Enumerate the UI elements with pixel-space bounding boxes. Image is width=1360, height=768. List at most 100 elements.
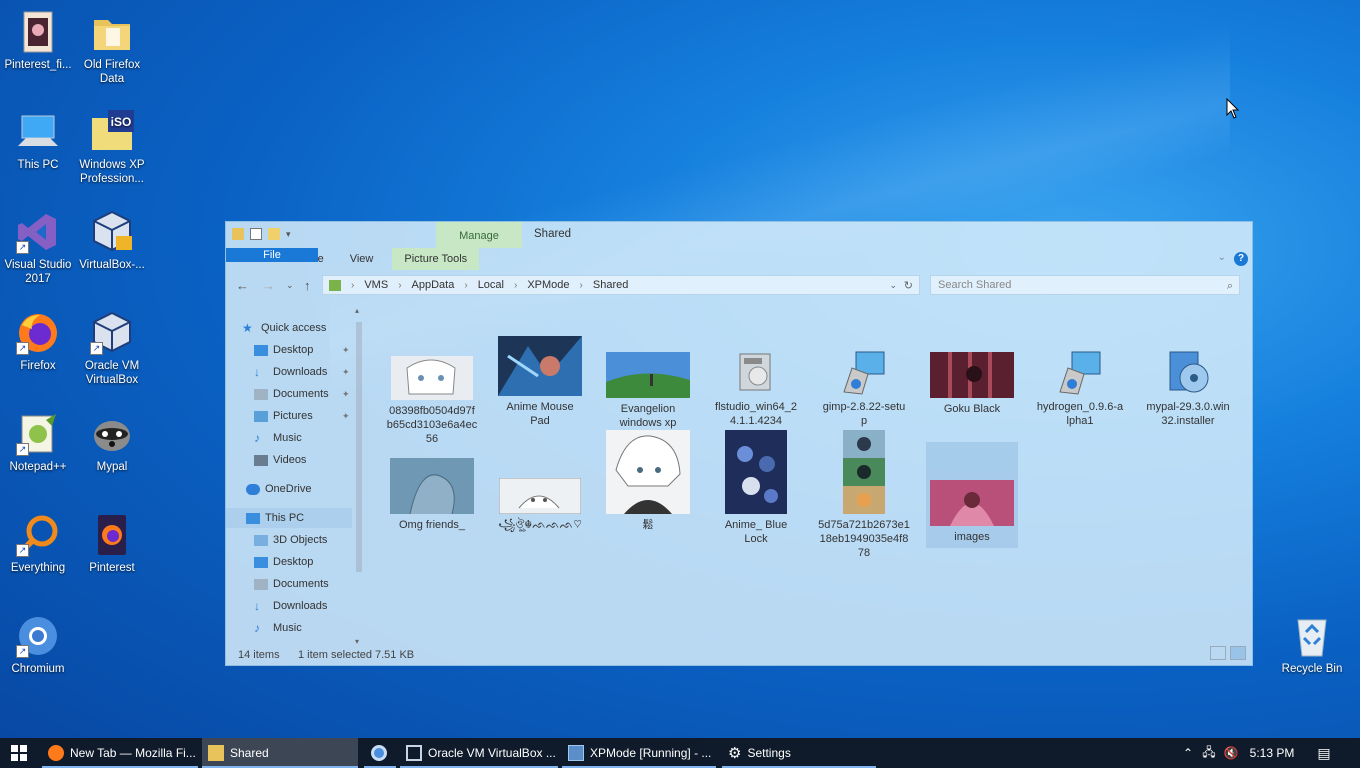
nav-pc-music[interactable]: ♪ Music [254,618,302,638]
breadcrumb-xpmode[interactable]: XPMode [527,279,569,291]
file-item[interactable]: 08398fb0504d97f b65cd3103e6a4ec 56 [386,316,478,446]
breadcrumb-shared[interactable]: Shared [593,279,628,291]
file-name-line: 5d75a721b2673e1 [818,519,910,531]
desktop-icon-virtualbox-installer[interactable]: VirtualBox-... [74,210,150,272]
taskbar-item-virtualbox[interactable]: Oracle VM VirtualBox ... [400,738,558,768]
nav-quick-access[interactable]: ★ Quick access [242,318,326,338]
properties-icon[interactable] [250,228,262,240]
virtualbox-icon: ↗ [90,311,134,355]
desktop-icon-pinterest[interactable]: Pinterest [74,513,150,575]
address-dropdown-icon[interactable]: ⌄ [889,280,897,291]
desktop-icon-pinterest-file[interactable]: Pinterest_fi... [0,10,76,72]
breadcrumb-vms[interactable]: VMS [364,279,388,291]
quick-access-toolbar: ▾ [232,228,294,240]
volume-muted-icon[interactable]: 🔇 [1220,746,1242,760]
file-name-line: Evangelion [620,403,676,415]
file-name-line: mypal-29.3.0.win [1146,401,1230,413]
file-item[interactable]: 5d75a721b2673e1 18eb1949035e4f8 78 [818,430,910,560]
tab-picture-tools[interactable]: Picture Tools [392,248,480,270]
file-item-selected[interactable]: images [926,442,1018,548]
scroll-up-icon[interactable]: ▴ [355,306,359,315]
desktop-icon-oracle-vm-virtualbox[interactable]: ↗ Oracle VM VirtualBox [74,311,150,387]
help-icon[interactable]: ? [1234,252,1248,266]
shortcut-arrow-icon: ↗ [16,241,29,254]
file-item[interactable]: hydrogen_0.9.6-a lpha1 [1034,316,1126,428]
nav-onedrive[interactable]: OneDrive [246,479,311,499]
file-item[interactable]: Anime Mouse Pad [494,316,586,428]
address-bar[interactable]: › VMS › AppData › Local › XPMode › Share… [322,275,920,295]
breadcrumb-local[interactable]: Local [478,279,504,291]
file-item[interactable]: Anime_ Blue Lock [710,430,802,546]
forward-arrow-icon[interactable]: → [262,278,275,293]
nav-videos[interactable]: Videos [254,450,306,470]
nav-music[interactable]: ♪ Music [254,428,302,448]
refresh-icon[interactable]: ↻ [904,279,913,292]
taskbar-item-settings[interactable]: ⚙ Settings [722,738,876,768]
file-item[interactable]: Evangelion windows xp version [602,316,694,444]
show-hidden-icons-chevron-up-icon[interactable]: ⌃ [1178,746,1198,760]
tab-file[interactable]: File [226,248,318,262]
file-item[interactable]: ꧁ঔৣ☬ᨒᨒᨒ♡ [494,444,586,532]
chevron-down-icon[interactable]: ▾ [286,228,294,240]
nav-downloads[interactable]: ↓ Downloads ✦ [254,362,350,382]
nav-pictures[interactable]: Pictures ✦ [254,406,350,426]
file-explorer-window[interactable]: ▾ Manage Shared File Home Share View Pic… [225,221,1253,666]
nav-documents[interactable]: Documents ✦ [254,384,350,404]
clock[interactable]: 5:13 PM [1242,746,1302,760]
desktop-icon-mypal[interactable]: Mypal [74,412,150,474]
star-icon: ★ [242,320,253,335]
nav-pc-desktop[interactable]: Desktop [254,552,313,572]
mouse-cursor-icon [1226,98,1240,119]
file-item[interactable]: gimp-2.8.22-setu p [818,316,910,428]
nav-pc-documents[interactable]: Documents [254,574,329,594]
desktop-icon-chromium[interactable]: ↗ Chromium [0,614,76,676]
taskbar-item-chromium[interactable] [364,738,396,768]
taskbar-item-firefox[interactable]: New Tab — Mozilla Fi... [42,738,198,768]
desktop-icon-everything[interactable]: ↗ Everything [0,513,76,575]
new-folder-icon[interactable] [268,228,280,240]
desktop-icon-notepadpp[interactable]: ↗ Notepad++ [0,412,76,474]
desktop-icon-label: Notepad++ [9,461,67,473]
desktop-icon-this-pc[interactable]: This PC [0,110,76,172]
computer-icon [16,110,60,154]
title-bar[interactable]: ▾ Manage Shared [226,222,1252,248]
up-arrow-icon[interactable]: ↑ [304,278,311,293]
desktop-icon-firefox[interactable]: ↗ Firefox [0,311,76,373]
search-placeholder: Search Shared [938,279,1012,291]
network-icon[interactable]: 🖧 [1198,743,1220,764]
nav-scrollbar[interactable]: ▴ ▾ [354,306,364,646]
nav-3d-objects[interactable]: 3D Objects [254,530,327,550]
nav-pc-downloads[interactable]: ↓ Downloads [254,596,327,616]
back-arrow-icon[interactable]: ← [236,278,249,293]
iso-file-icon: iSO [90,110,134,154]
desktop-icon-visual-studio[interactable]: ↗ Visual Studio 2017 [0,210,76,286]
taskbar-item-shared[interactable]: Shared [202,738,358,768]
windows-logo-icon [11,745,27,761]
file-name-line: Anime_ Blue [724,519,788,531]
action-center-icon[interactable]: ▤ [1302,745,1346,762]
nav-this-pc[interactable]: This PC [226,508,352,528]
taskbar-item-xpmode[interactable]: XPMode [Running] - ... [562,738,716,768]
details-view-icon[interactable] [1210,646,1226,660]
portrait-thumbnail [606,430,690,514]
file-item[interactable]: Goku Black [926,316,1018,416]
file-item[interactable]: mypal-29.3.0.win 32.installer [1142,316,1234,428]
file-name-line: Omg friends_ [398,519,466,531]
virtualbox-installer-icon [90,210,134,254]
search-box[interactable]: Search Shared ⌕ [930,275,1240,295]
desktop-icon-recycle-bin[interactable]: Recycle Bin [1274,614,1350,676]
breadcrumb-appdata[interactable]: AppData [412,279,455,291]
file-item[interactable]: Omg friends_ [386,444,478,532]
file-item[interactable]: 鬆 [602,430,694,532]
file-item[interactable]: flstudio_win64_2 4.1.1.4234 [710,316,802,428]
recent-locations-icon[interactable]: ⌄ [286,280,294,291]
nav-desktop[interactable]: Desktop ✦ [254,340,350,360]
manage-contextual-tab[interactable]: Manage [436,222,522,248]
ribbon-expand-icon[interactable]: ⌄ [1218,252,1226,263]
scrollbar-thumb[interactable] [356,322,362,572]
desktop-icon-windows-xp-iso[interactable]: iSO Windows XP Profession... [74,110,150,186]
start-button[interactable] [0,738,38,768]
desktop-icon-old-firefox-data[interactable]: Old Firefox Data [74,10,150,86]
tab-view[interactable]: View [337,248,387,270]
large-icons-view-icon[interactable] [1230,646,1246,660]
